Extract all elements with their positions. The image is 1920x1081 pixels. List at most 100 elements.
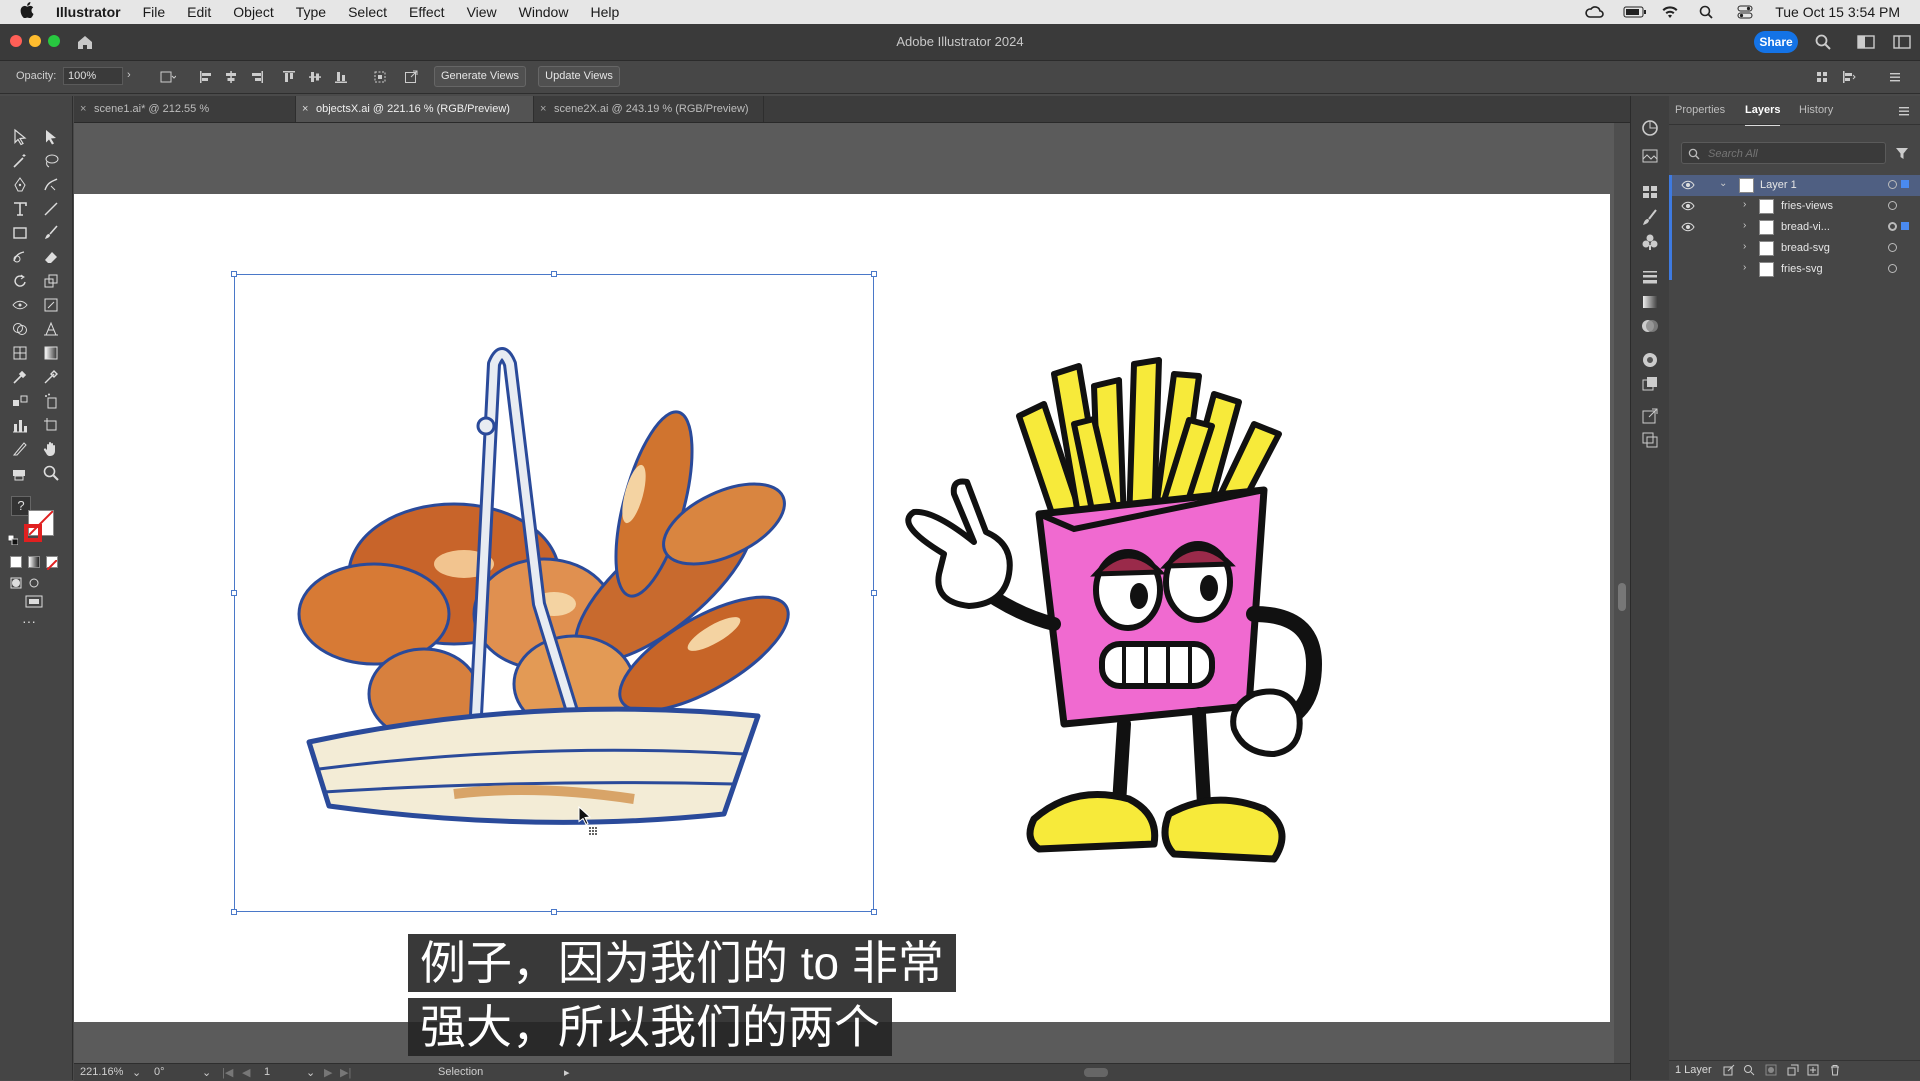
- layers-search-box[interactable]: [1681, 142, 1886, 165]
- update-views-button[interactable]: Update Views: [538, 66, 620, 87]
- more-tools-icon[interactable]: ···: [22, 614, 42, 628]
- default-colors-icon[interactable]: [7, 532, 19, 546]
- close-tab-icon[interactable]: ×: [540, 96, 546, 122]
- last-artboard-icon[interactable]: ▶|: [340, 1066, 351, 1079]
- layer-row-fries-views[interactable]: › fries-views: [1669, 196, 1920, 217]
- isolate-icon[interactable]: [373, 70, 387, 84]
- screen-mode-icon[interactable]: [24, 594, 44, 610]
- stroke-panel-icon[interactable]: [1640, 266, 1660, 286]
- vertical-scrollbar[interactable]: [1614, 123, 1630, 1063]
- zoom-level[interactable]: 221.16%: [80, 1066, 123, 1078]
- menu-object[interactable]: Object: [233, 4, 273, 20]
- home-icon[interactable]: [76, 33, 94, 51]
- align-left-icon[interactable]: [199, 70, 213, 84]
- menu-type[interactable]: Type: [296, 4, 326, 20]
- zoom-tool-icon[interactable]: [42, 464, 62, 484]
- sublayer-name[interactable]: fries-svg: [1781, 263, 1823, 275]
- menu-edit[interactable]: Edit: [187, 4, 211, 20]
- menu-view[interactable]: View: [467, 4, 497, 20]
- export-icon[interactable]: [1640, 406, 1660, 426]
- eyedropper-tool-icon[interactable]: [11, 368, 31, 388]
- resize-handle-bottom[interactable]: [551, 909, 557, 915]
- hand-tool-icon[interactable]: [42, 440, 62, 460]
- color-mode-icon[interactable]: [10, 556, 22, 568]
- shape-builder-tool-icon[interactable]: [11, 320, 31, 340]
- align-right-icon[interactable]: [250, 70, 264, 84]
- eraser-tool-icon[interactable]: [42, 248, 62, 268]
- visibility-eye-icon[interactable]: [1681, 180, 1695, 190]
- scale-tool-icon[interactable]: [42, 272, 62, 292]
- libraries-icon[interactable]: [1640, 146, 1660, 166]
- visibility-eye-icon[interactable]: [1681, 222, 1695, 232]
- stroke-swatch[interactable]: [24, 524, 42, 542]
- share-button[interactable]: Share: [1754, 31, 1798, 53]
- sublayer-name[interactable]: bread-vi...: [1781, 221, 1830, 233]
- transform-icon[interactable]: [160, 70, 177, 84]
- menu-effect[interactable]: Effect: [409, 4, 445, 20]
- sublayer-name[interactable]: fries-views: [1781, 200, 1833, 212]
- layer-name[interactable]: Layer 1: [1760, 179, 1797, 191]
- resize-handle-top-right[interactable]: [871, 271, 877, 277]
- gradient-panel-icon[interactable]: [1640, 292, 1660, 312]
- target-circle-icon[interactable]: [1888, 201, 1897, 210]
- curvature-tool-icon[interactable]: [42, 176, 62, 196]
- swatches-icon[interactable]: [1640, 182, 1660, 202]
- menu-window[interactable]: Window: [519, 4, 569, 20]
- draw-behind-icon[interactable]: [28, 576, 40, 588]
- none-mode-icon[interactable]: [46, 556, 58, 571]
- rectangle-tool-icon[interactable]: [11, 224, 31, 244]
- generate-views-button[interactable]: Generate Views: [434, 66, 526, 87]
- tab-layers[interactable]: Layers: [1745, 96, 1781, 126]
- workspace-switcher-icon[interactable]: [1857, 34, 1875, 50]
- wifi-icon[interactable]: [1661, 5, 1679, 19]
- shaper-tool-icon[interactable]: [11, 248, 31, 268]
- print-tiling-tool-icon[interactable]: [11, 464, 31, 484]
- column-graph-tool-icon[interactable]: [11, 416, 31, 436]
- layer-row-layer-1[interactable]: ⌄ Layer 1: [1669, 175, 1920, 196]
- search-icon[interactable]: [1814, 33, 1832, 51]
- edit-views-icon[interactable]: [404, 70, 418, 84]
- prev-artboard-icon[interactable]: ◀: [242, 1066, 250, 1079]
- expand-chevron-icon[interactable]: ›: [1743, 199, 1746, 210]
- align-middle-icon[interactable]: [308, 70, 322, 84]
- resize-handle-bottom-right[interactable]: [871, 909, 877, 915]
- layers-search-input[interactable]: [1706, 143, 1886, 165]
- target-circle-icon[interactable]: [1888, 180, 1897, 189]
- arrange-documents-icon[interactable]: [1893, 34, 1911, 50]
- menu-bar-clock[interactable]: Tue Oct 15 3:54 PM: [1775, 4, 1900, 20]
- tab-scene1[interactable]: × scene1.ai* @ 212.55 % (RGB/Preview): [74, 96, 296, 141]
- control-center-icon[interactable]: [1737, 5, 1755, 19]
- gradient-mode-icon[interactable]: [28, 556, 40, 568]
- magic-wand-tool-icon[interactable]: [11, 152, 31, 172]
- pen-tool-icon[interactable]: [11, 176, 31, 196]
- creative-cloud-icon[interactable]: [1585, 5, 1604, 19]
- align-center-icon[interactable]: [224, 70, 238, 84]
- brushes-icon[interactable]: [1640, 208, 1660, 228]
- control-bar-menu-icon[interactable]: [1888, 70, 1902, 84]
- rotate-tool-icon[interactable]: [11, 272, 31, 292]
- layer-row-bread-svg[interactable]: › bread-svg: [1669, 238, 1920, 259]
- resize-handle-bottom-left[interactable]: [231, 909, 237, 915]
- selection-tool-icon[interactable]: [11, 128, 31, 148]
- transparency-icon[interactable]: [1640, 316, 1660, 336]
- apple-icon[interactable]: [20, 1, 40, 23]
- scrollbar-thumb[interactable]: [1618, 583, 1626, 611]
- close-tab-icon[interactable]: ×: [80, 96, 86, 122]
- make-clipping-mask-icon[interactable]: [1765, 1064, 1777, 1079]
- locate-object-icon[interactable]: [1743, 1064, 1755, 1079]
- line-tool-icon[interactable]: [42, 200, 62, 220]
- visibility-eye-icon[interactable]: [1681, 201, 1695, 211]
- selection-square-icon[interactable]: [1901, 180, 1909, 188]
- first-artboard-icon[interactable]: |◀: [222, 1066, 233, 1079]
- blend-tool-icon[interactable]: [11, 392, 31, 412]
- rotation-dropdown-icon[interactable]: ⌄: [202, 1066, 211, 1079]
- distribute-icon[interactable]: [1842, 70, 1856, 84]
- artboard-tool-icon[interactable]: [42, 416, 62, 436]
- graphic-styles-icon[interactable]: [1640, 374, 1660, 394]
- expand-chevron-icon[interactable]: ›: [1743, 241, 1746, 252]
- slice-tool-icon[interactable]: [11, 440, 31, 460]
- free-transform-tool-icon[interactable]: [42, 296, 62, 316]
- grid-view-icon[interactable]: [1815, 70, 1829, 84]
- battery-icon[interactable]: [1623, 5, 1647, 19]
- status-menu-icon[interactable]: ▸: [564, 1066, 570, 1079]
